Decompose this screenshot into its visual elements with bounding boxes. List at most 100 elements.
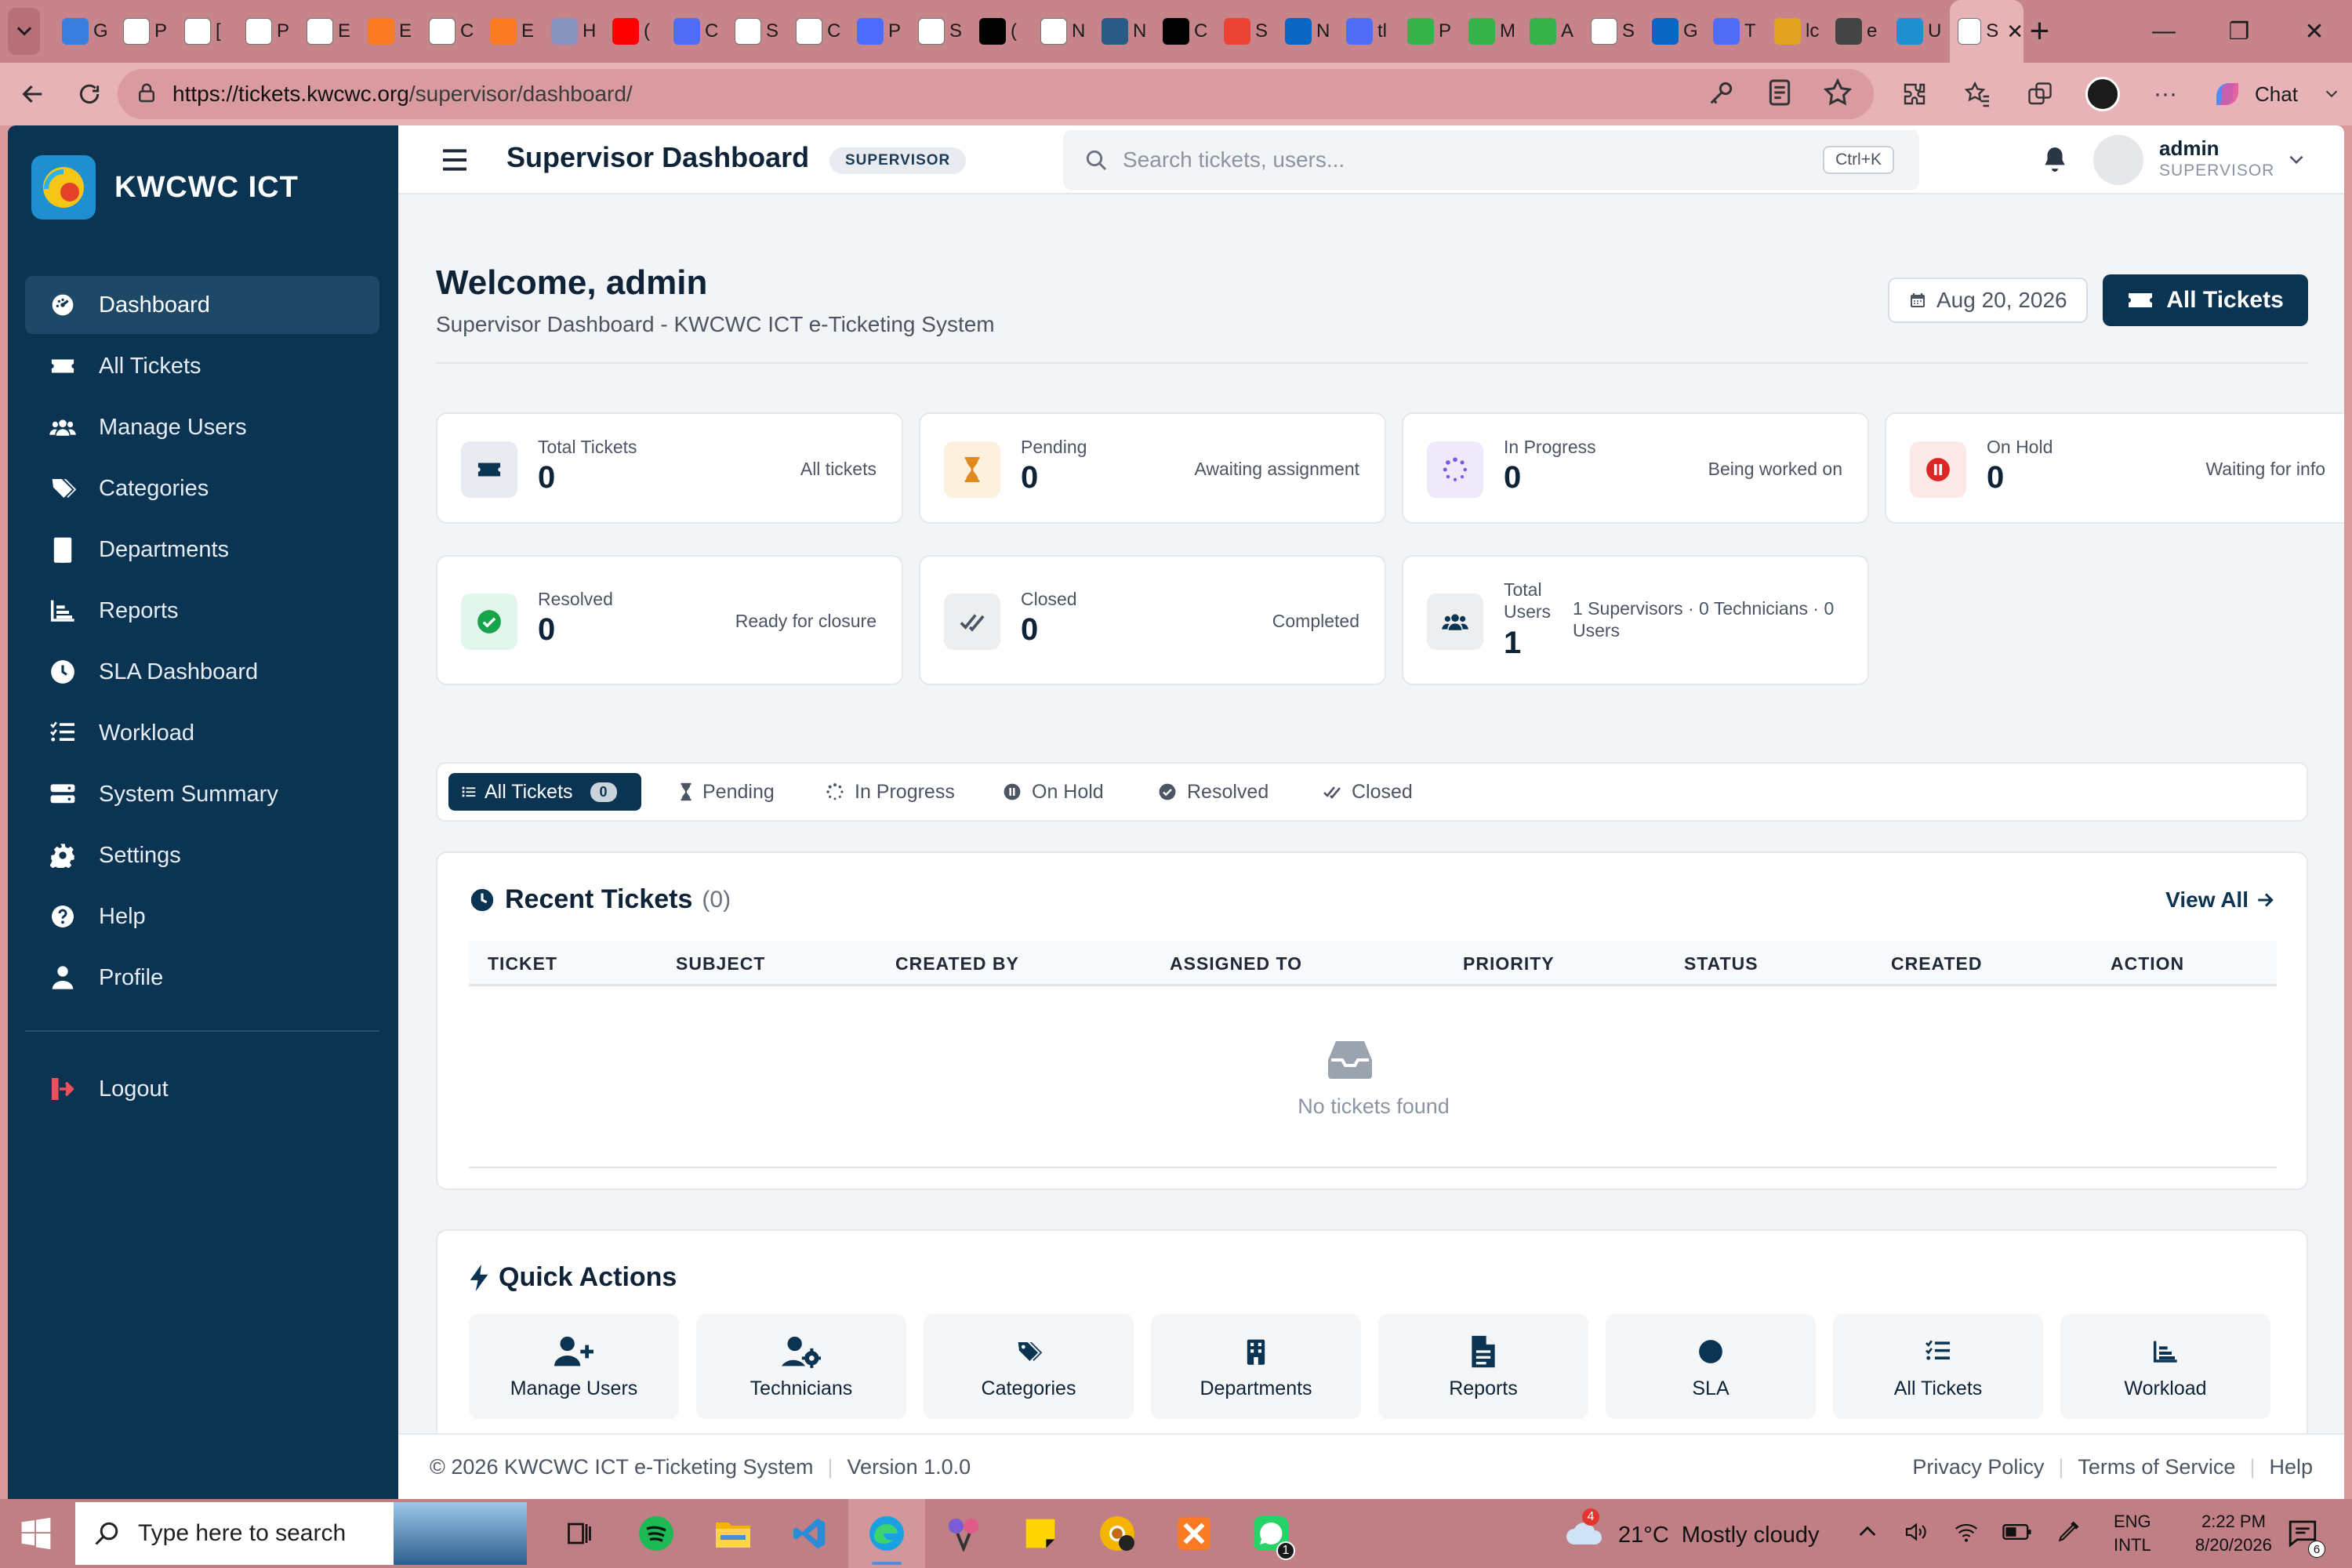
- browser-tab[interactable]: S ✕: [1950, 0, 2024, 63]
- footer-link-terms-of-service[interactable]: Terms of Service: [2078, 1455, 2235, 1479]
- browser-tab[interactable]: C: [1155, 0, 1216, 63]
- quick-action-departments[interactable]: Departments: [1151, 1314, 1361, 1419]
- browser-tab[interactable]: N: [1094, 0, 1155, 63]
- filter-tab-pending[interactable]: Pending: [665, 773, 786, 811]
- sidebar-item-sla-dashboard[interactable]: SLA Dashboard: [25, 643, 379, 701]
- key-icon[interactable]: [1706, 77, 1737, 108]
- browser-tab[interactable]: e: [1828, 0, 1889, 63]
- profile-avatar-button[interactable]: [2085, 77, 2120, 111]
- sidebar-item-system-summary[interactable]: System Summary: [25, 765, 379, 823]
- file-explorer-app[interactable]: [695, 1499, 771, 1568]
- browser-tab[interactable]: S: [1583, 0, 1644, 63]
- browser-tab[interactable]: M: [1461, 0, 1522, 63]
- filter-tab-resolved[interactable]: Resolved: [1143, 773, 1279, 811]
- stat-card-closed[interactable]: Closed 0 Completed: [919, 555, 1386, 685]
- sidebar-item-all-tickets[interactable]: All Tickets: [25, 337, 379, 395]
- browser-tab[interactable]: U: [1889, 0, 1950, 63]
- sticky-notes-app[interactable]: [1002, 1499, 1079, 1568]
- quick-action-reports[interactable]: Reports: [1378, 1314, 1588, 1419]
- browser-tab[interactable]: [: [176, 0, 238, 63]
- address-bar[interactable]: https://tickets.kwcwc.org/supervisor/das…: [118, 69, 1874, 119]
- sidebar-item-dashboard[interactable]: Dashboard: [25, 276, 379, 334]
- browser-tab[interactable]: S: [1216, 0, 1277, 63]
- taskbar-search[interactable]: Type here to search: [75, 1502, 527, 1565]
- quick-action-workload[interactable]: Workload: [2060, 1314, 2270, 1419]
- quick-action-sla[interactable]: SLA: [1606, 1314, 1816, 1419]
- browser-tab[interactable]: S: [727, 0, 788, 63]
- stat-card-resolved[interactable]: Resolved 0 Ready for closure: [436, 555, 903, 685]
- column-header[interactable]: ASSIGNED TO: [1170, 953, 1302, 975]
- browser-tab[interactable]: lc: [1766, 0, 1828, 63]
- filter-tab-on-hold[interactable]: On Hold: [988, 773, 1115, 811]
- notification-center-button[interactable]: 6: [2286, 1516, 2325, 1558]
- xampp-app[interactable]: [1156, 1499, 1232, 1568]
- favorites-button[interactable]: [1960, 77, 1994, 111]
- minimize-button[interactable]: —: [2126, 0, 2201, 63]
- stat-card-pending[interactable]: Pending 0 Awaiting assignment: [919, 412, 1386, 524]
- volume-icon[interactable]: [1902, 1519, 1930, 1544]
- restore-button[interactable]: ❐: [2201, 0, 2277, 63]
- more-menu-button[interactable]: ···: [2148, 77, 2183, 111]
- whatsapp-app[interactable]: 1: [1232, 1499, 1309, 1568]
- hamburger-menu-icon[interactable]: [439, 144, 470, 176]
- sidebar-item-settings[interactable]: Settings: [25, 826, 379, 884]
- browser-tab[interactable]: N: [1033, 0, 1094, 63]
- sidebar-item-profile[interactable]: Profile: [25, 949, 379, 1007]
- browser-tab[interactable]: N: [1277, 0, 1338, 63]
- filter-tab-in-progress[interactable]: In Progress: [811, 773, 966, 811]
- browser-tab[interactable]: P: [849, 0, 910, 63]
- vscode-app[interactable]: [771, 1499, 848, 1568]
- taskbar-clock[interactable]: 2:22 PM 8/20/2026: [2195, 1510, 2272, 1557]
- close-tab-icon[interactable]: ✕: [2006, 20, 2024, 44]
- collections-button[interactable]: [2023, 77, 2057, 111]
- browser-tab[interactable]: T: [1705, 0, 1766, 63]
- stat-card-total-tickets[interactable]: Total Tickets 0 All tickets: [436, 412, 903, 524]
- brand[interactable]: KWCWC ICT: [31, 155, 299, 220]
- star-icon[interactable]: [1822, 77, 1853, 108]
- browser-tab[interactable]: (: [971, 0, 1033, 63]
- chevron-down-icon[interactable]: [2286, 149, 2307, 169]
- browser-tab[interactable]: H: [543, 0, 604, 63]
- search-input[interactable]: [1123, 140, 1797, 180]
- browser-tab[interactable]: E: [360, 0, 421, 63]
- browser-tab[interactable]: S: [910, 0, 971, 63]
- spotify-app[interactable]: [618, 1499, 695, 1568]
- filter-tab-all-tickets[interactable]: All Tickets 0: [448, 773, 641, 811]
- snipping-app[interactable]: [925, 1499, 1002, 1568]
- browser-tab[interactable]: A: [1522, 0, 1583, 63]
- chevron-up-icon[interactable]: [1855, 1519, 1880, 1544]
- sidebar-item-manage-users[interactable]: Manage Users: [25, 398, 379, 456]
- weather-widget[interactable]: 4 21°C Mostly cloudy: [1565, 1508, 1819, 1554]
- stat-card-total-users[interactable]: Total Users 1 1 Supervisors · 0 Technician…: [1402, 555, 1869, 685]
- column-header[interactable]: CREATED: [1891, 953, 1982, 975]
- footer-link-help[interactable]: Help: [2269, 1455, 2313, 1479]
- quick-action-manage-users[interactable]: Manage Users: [469, 1314, 679, 1419]
- sidebar-item-workload[interactable]: Workload: [25, 704, 379, 762]
- reader-mode-icon[interactable]: [1764, 77, 1795, 108]
- browser-tab[interactable]: Gr: [54, 0, 115, 63]
- extensions-button[interactable]: [1897, 77, 1932, 111]
- chrome-canary-app[interactable]: [1079, 1499, 1156, 1568]
- browser-tab[interactable]: C: [788, 0, 849, 63]
- browser-tab[interactable]: C: [666, 0, 727, 63]
- battery-icon[interactable]: [2002, 1519, 2032, 1544]
- column-header[interactable]: SUBJECT: [676, 953, 765, 975]
- browser-tab[interactable]: C: [421, 0, 482, 63]
- sidebar-item-logout[interactable]: Logout: [25, 1060, 379, 1118]
- windows-start-icon[interactable]: [19, 1516, 53, 1551]
- sidebar-item-categories[interactable]: Categories: [25, 459, 379, 517]
- close-window-button[interactable]: ✕: [2277, 0, 2352, 63]
- column-header[interactable]: STATUS: [1684, 953, 1759, 975]
- browser-tab[interactable]: E: [482, 0, 543, 63]
- quick-action-all-tickets[interactable]: All Tickets: [1833, 1314, 2043, 1419]
- reload-button[interactable]: [61, 66, 118, 122]
- browser-tab[interactable]: (: [604, 0, 666, 63]
- all-tickets-button[interactable]: All Tickets: [2103, 274, 2308, 326]
- stat-card-on-hold[interactable]: On Hold 0 Waiting for info: [1885, 412, 2344, 524]
- language-indicator[interactable]: ENG INTL: [2114, 1510, 2151, 1557]
- column-header[interactable]: TICKET: [488, 953, 557, 975]
- view-all-link[interactable]: View All: [2165, 887, 2275, 913]
- user-avatar[interactable]: [2093, 135, 2143, 185]
- copilot-chat-button[interactable]: Chat: [2211, 78, 2340, 111]
- pen-icon[interactable]: [2054, 1519, 2082, 1544]
